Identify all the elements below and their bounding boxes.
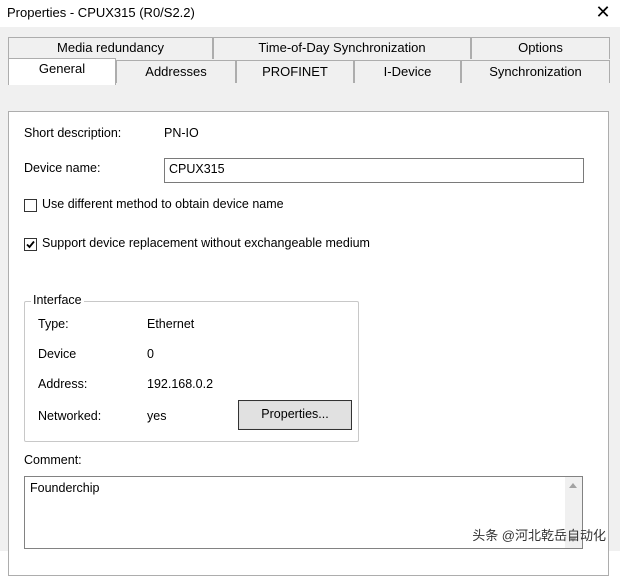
device-name-value: CPUX315 xyxy=(169,162,225,176)
tab-synchronization[interactable]: Synchronization xyxy=(461,60,610,83)
tab-label: I-Device xyxy=(383,64,432,79)
short-description-label: Short description: xyxy=(24,126,122,140)
device-name-input[interactable]: CPUX315 xyxy=(164,158,584,183)
tab-addresses[interactable]: Addresses xyxy=(116,60,236,83)
short-description-value: PN-IO xyxy=(164,126,199,140)
dialog-body: Media redundancy Time-of-Day Synchroniza… xyxy=(0,27,620,576)
tab-label: General xyxy=(38,61,86,76)
interface-legend: Interface xyxy=(31,293,84,307)
tab-profinet[interactable]: PROFINET xyxy=(236,60,354,83)
different-method-checkbox[interactable] xyxy=(24,199,37,212)
type-value: Ethernet xyxy=(147,317,195,331)
interface-groupbox: Interface Type: Ethernet Device 0 Addres… xyxy=(24,293,359,442)
tab-label: Time-of-Day Synchronization xyxy=(258,40,426,55)
device-name-label: Device name: xyxy=(24,161,101,175)
different-method-label[interactable]: Use different method to obtain device na… xyxy=(42,197,284,211)
tab-label: Addresses xyxy=(145,64,207,79)
tab-label: Media redundancy xyxy=(57,40,164,55)
tab-label: PROFINET xyxy=(262,64,328,79)
support-replacement-checkbox[interactable] xyxy=(24,238,37,251)
tab-general[interactable]: General xyxy=(8,58,116,85)
title-bar: Properties - CPUX315 (R0/S2.2) ✕ xyxy=(0,0,620,27)
tab-options[interactable]: Options xyxy=(471,37,610,59)
device-label: Device xyxy=(38,347,77,361)
support-replacement-label[interactable]: Support device replacement without excha… xyxy=(42,236,370,250)
checkmark-icon xyxy=(26,240,35,249)
tab-i-device[interactable]: I-Device xyxy=(354,60,461,83)
close-icon[interactable]: ✕ xyxy=(594,2,612,22)
address-label: Address: xyxy=(38,377,88,391)
interface-properties-button[interactable]: Properties... xyxy=(238,400,352,430)
watermark: 头条 @河北乾岳自动化 xyxy=(472,528,606,543)
window-title: Properties - CPUX315 (R0/S2.2) xyxy=(7,5,195,20)
tab-time-of-day-synchronization[interactable]: Time-of-Day Synchronization xyxy=(213,37,471,59)
tab-label: Options xyxy=(518,40,563,55)
comment-value: Founderchip xyxy=(30,481,100,495)
networked-label: Networked: xyxy=(38,409,102,423)
device-value: 0 xyxy=(147,347,154,361)
tab-label: Synchronization xyxy=(489,64,582,79)
tab-media-redundancy[interactable]: Media redundancy xyxy=(8,37,213,59)
scroll-up-icon[interactable] xyxy=(569,483,577,488)
general-panel: Short description: PN-IO Device name: CP… xyxy=(8,111,609,576)
type-label: Type: xyxy=(38,317,69,331)
comment-label: Comment: xyxy=(24,453,82,467)
address-value: 192.168.0.2 xyxy=(147,377,214,391)
networked-value: yes xyxy=(147,409,167,423)
